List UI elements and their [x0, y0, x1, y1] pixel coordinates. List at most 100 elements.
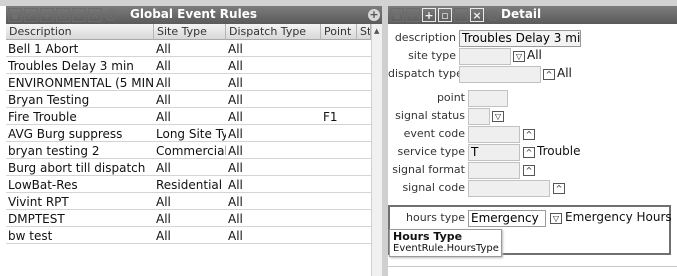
cell-point [321, 75, 357, 91]
signal-format-field[interactable] [468, 162, 520, 179]
site-type-label: site type [408, 49, 456, 62]
cell-dispatch-type: All [228, 59, 243, 73]
view-icon[interactable]: ▪ [8, 8, 22, 22]
info-icon[interactable]: ⓘ [486, 8, 500, 22]
add-icon[interactable]: + [422, 8, 436, 22]
cell-point [321, 41, 357, 57]
service-type-label: service type [397, 145, 465, 158]
cell-description: DMPTEST [8, 212, 65, 226]
cell-dispatch-type: All [228, 212, 243, 226]
cell-dispatch-type: All [228, 229, 243, 243]
chevron-down-icon[interactable]: ▽ [492, 111, 504, 122]
cell-dispatch-type: All [228, 127, 243, 141]
cell-description: Bell 1 Abort [8, 42, 79, 56]
cell-dispatch-type: All [228, 110, 243, 124]
signal-code-field[interactable] [468, 180, 550, 197]
dispatch-type-field[interactable] [459, 66, 541, 83]
edit-icon[interactable]: ⁄ [24, 8, 38, 22]
col-dispatch-type[interactable]: Dispatch Type [226, 24, 321, 40]
chevron-up-icon[interactable]: ^ [523, 129, 535, 140]
tooltip-title: Hours Type [393, 230, 463, 243]
col-description[interactable]: Description [6, 24, 154, 40]
detail-titlebar: ▪ ⁄ + ▫ ▿ × ⓘ Detail [388, 6, 677, 24]
edit-icon[interactable]: ⁄ [406, 8, 420, 22]
chevron-up-icon[interactable]: ^ [543, 69, 555, 80]
hours-type-label: hours type [406, 211, 465, 224]
signal-status-field[interactable] [468, 108, 490, 125]
cell-site-type: All [156, 76, 171, 90]
col-status[interactable]: St [357, 24, 371, 40]
save-icon[interactable]: ▫ [56, 8, 70, 22]
table-row[interactable]: Burg abort till dispatch All All [6, 160, 371, 176]
grid-scrollbar[interactable]: ▲ [371, 24, 382, 276]
cell-point [321, 228, 357, 244]
service-type-description: Trouble [537, 144, 581, 158]
cell-dispatch-type: All [228, 195, 243, 209]
service-type-field[interactable]: T [468, 144, 520, 161]
table-row[interactable]: Fire Trouble All All F1 [6, 109, 371, 125]
signal-status-label: signal status [395, 109, 465, 122]
table-row[interactable]: bw test All All [6, 228, 371, 244]
cell-site-type: All [156, 59, 171, 73]
table-row[interactable]: DMPTEST All All [6, 211, 371, 227]
cell-point [321, 160, 357, 176]
chevron-down-icon[interactable]: ▽ [513, 51, 525, 62]
table-row[interactable]: ENVIRONMENTAL (5 MIN) All All [6, 75, 371, 91]
list-titlebar: ▪ ⁄ + ▫ ▿ × ⓘ Global Event Rules + [6, 6, 382, 24]
table-row[interactable]: Bryan Testing All All [6, 92, 371, 108]
col-point[interactable]: Point [321, 24, 357, 40]
chevron-up-icon[interactable]: ^ [523, 147, 535, 158]
delete-icon[interactable]: ▿ [72, 8, 86, 22]
cell-point [321, 194, 357, 210]
close-icon[interactable]: × [88, 8, 102, 22]
cell-point [321, 58, 357, 74]
cell-description: Troubles Delay 3 min [8, 59, 134, 73]
site-type-field[interactable] [459, 48, 511, 65]
cell-point: F1 [323, 110, 338, 124]
cell-site-type: All [156, 110, 171, 124]
description-label: description [394, 31, 456, 44]
cell-dispatch-type: All [228, 144, 243, 158]
cell-description: ENVIRONMENTAL (5 MIN) [8, 76, 154, 90]
dispatch-type-label: dispatch type [388, 67, 463, 80]
scroll-up-icon[interactable]: ▲ [374, 27, 379, 35]
info-icon[interactable]: ⓘ [104, 8, 118, 22]
table-row[interactable]: Bell 1 Abort All All [6, 41, 371, 57]
event-code-field[interactable] [468, 126, 520, 143]
expand-icon[interactable]: + [368, 9, 380, 21]
cell-site-type: All [156, 229, 171, 243]
close-icon[interactable]: × [470, 8, 484, 22]
hours-type-field[interactable]: Emergency [468, 210, 546, 227]
table-row[interactable]: LowBat-Res Residential All [6, 177, 371, 193]
view-icon[interactable]: ▪ [390, 8, 404, 22]
description-field[interactable]: Troubles Delay 3 min [459, 30, 581, 47]
point-label: point [436, 91, 465, 104]
table-row[interactable]: Vivint RPT All All [6, 194, 371, 210]
cell-dispatch-type: All [228, 178, 243, 192]
signal-code-label: signal code [402, 181, 465, 194]
add-icon[interactable]: + [40, 8, 54, 22]
list-title: Global Event Rules [130, 7, 257, 21]
table-row[interactable]: Troubles Delay 3 min All All [6, 58, 371, 74]
cell-description: bw test [8, 229, 53, 243]
cell-dispatch-type: All [228, 76, 243, 90]
table-row[interactable]: bryan testing 2 Commercial All [6, 143, 371, 159]
hours-type-description: Emergency Hours [565, 210, 672, 224]
cell-site-type: Long Site Ty [156, 127, 226, 141]
dispatch-type-description: All [557, 66, 572, 80]
cell-point [321, 211, 357, 227]
chevron-up-icon[interactable]: ^ [523, 165, 535, 176]
cell-dispatch-type: All [228, 42, 243, 56]
cell-description: LowBat-Res [8, 178, 78, 192]
table-row[interactable]: AVG Burg suppress Long Site Ty All [6, 126, 371, 142]
point-field[interactable] [468, 90, 508, 107]
event-code-label: event code [403, 127, 465, 140]
cell-description: Fire Trouble [8, 110, 77, 124]
cell-point [321, 177, 357, 193]
col-site-type[interactable]: Site Type [154, 24, 226, 40]
delete-icon[interactable]: ▿ [454, 8, 468, 22]
save-icon[interactable]: ▫ [438, 8, 452, 22]
cell-description: Burg abort till dispatch [8, 161, 146, 175]
chevron-down-icon[interactable]: ▽ [550, 213, 562, 224]
chevron-up-icon[interactable]: ^ [553, 183, 565, 194]
